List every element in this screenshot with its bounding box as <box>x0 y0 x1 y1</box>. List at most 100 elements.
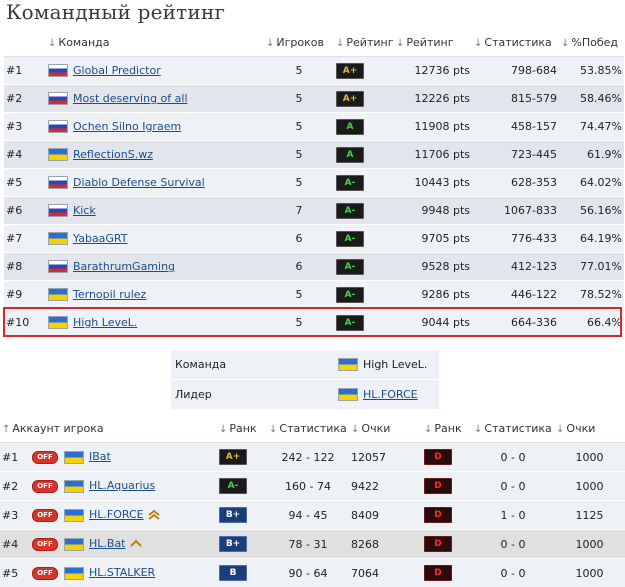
team-label: Команда <box>171 350 334 380</box>
offline-status-badge: OFF <box>32 450 58 464</box>
team-link[interactable]: ReflectionS.wz <box>73 148 153 161</box>
player-link[interactable]: HL.STALKER <box>89 566 155 579</box>
team-link[interactable]: Global Predictor <box>73 64 161 77</box>
team-row: #10 High LeveL. 5 A- 9044 pts 664-336 66.4% <box>4 308 624 336</box>
team-name-cell: Ochen Silno Igraem <box>46 112 264 141</box>
team-rank: #5 <box>4 168 46 197</box>
sort-team-header[interactable]: ↓ Команда <box>46 28 264 57</box>
team-name-cell: ReflectionS.wz <box>46 140 264 169</box>
offline-status-badge: OFF <box>32 566 58 580</box>
team-row: #5 Diablo Defense Survival 5 A- 10443 pts 628… <box>4 168 624 197</box>
russia-flag-icon <box>48 64 68 78</box>
rating-badge: A- <box>336 230 364 247</box>
player-link[interactable]: IBat <box>89 450 111 463</box>
team-stats: 458-157 <box>472 112 559 141</box>
sort-win-header[interactable]: ↓ %Побед <box>559 28 624 57</box>
team-name-cell: BarathrumGaming <box>46 252 264 281</box>
team-badge-cell: A <box>334 140 394 169</box>
sort-stats2-header[interactable]: ↓ Статистика <box>472 414 555 443</box>
sort-points2-header[interactable]: ↓ Очки <box>554 414 625 443</box>
team-name-cell: Most deserving of all <box>46 84 264 113</box>
russia-flag-icon <box>48 260 68 274</box>
team-name-cell: Global Predictor <box>46 56 264 85</box>
team-link[interactable]: Diablo Defense Survival <box>73 176 205 189</box>
team-rating: 11908 pts <box>394 112 472 141</box>
player-stats1: 78 - 31 <box>267 529 350 559</box>
ukraine-flag-icon <box>64 566 84 580</box>
team-link[interactable]: Kick <box>73 204 96 217</box>
sort-stats-header[interactable]: ↓ Статистика <box>472 28 559 57</box>
player-row: #2 OFF HL.Aquarius A- 160 - 74 9422 D 0 - 0 1000 <box>0 471 625 501</box>
sort-arrow-icon: ↓ <box>561 37 570 49</box>
sort-rank2-header[interactable]: ↓ Ранк <box>422 414 473 443</box>
team-rank: #1 <box>4 56 46 85</box>
ukraine-flag-icon <box>64 537 84 551</box>
player-link[interactable]: HL.FORCE <box>89 508 144 521</box>
player-rank1-cell: B+ <box>217 529 268 559</box>
team-link[interactable]: Ternopil rulez <box>73 288 146 301</box>
sort-arrow-icon: ↓ <box>424 423 433 435</box>
player-points2: 1125 <box>554 500 625 530</box>
rank-badge: D <box>424 536 453 552</box>
player-points1: 12057 <box>349 442 423 472</box>
team-link[interactable]: Ochen Silno Igraem <box>73 120 181 133</box>
team-badge-cell: A- <box>334 308 394 336</box>
player-points1: 9422 <box>349 471 423 501</box>
rank-badge: A+ <box>219 449 248 465</box>
player-stats2: 0 - 0 <box>472 442 555 472</box>
sort-players-header[interactable]: ↓ Игроков <box>264 28 334 57</box>
sort-account-header[interactable]: ↑ Аккаунт игрока <box>0 414 218 443</box>
team-table-header: ↓ Команда ↓ Игроков ↓ Рейтинг ↓ Рейтинг ↓ Ста… <box>4 28 624 57</box>
team-players: 5 <box>264 84 334 113</box>
team-rank: #7 <box>4 224 46 253</box>
team-stats: 664-336 <box>472 308 559 336</box>
team-link[interactable]: YabaaGRT <box>73 232 128 245</box>
player-row: #4 OFF HL.Bat B+ 78 - 31 8268 D 0 - 0 1000 <box>0 529 625 559</box>
sort-rating-header[interactable]: ↓ Рейтинг <box>394 28 472 57</box>
player-points1: 7064 <box>349 558 423 587</box>
sort-stats1-header[interactable]: ↓ Статистика <box>267 414 350 443</box>
sort-rating-badge-header[interactable]: ↓ Рейтинг <box>334 28 394 57</box>
team-row: #8 BarathrumGaming 6 A- 9528 pts 412-123 77.01… <box>4 252 624 281</box>
team-win: 78.52% <box>559 280 624 309</box>
player-stats1: 160 - 74 <box>267 471 350 501</box>
rank-header <box>4 28 46 57</box>
team-badge-cell: A- <box>334 224 394 253</box>
player-points2: 1000 <box>554 471 625 501</box>
russia-flag-icon <box>48 204 68 218</box>
player-rank1-cell: B+ <box>217 500 268 530</box>
team-rating: 9705 pts <box>394 224 472 253</box>
player-stats2: 1 - 0 <box>472 500 555 530</box>
players-table-header: ↑ Аккаунт игрока ↓ Ранк ↓ Статистика ↓ Очки … <box>0 414 625 443</box>
team-value: High LeveL. <box>334 350 439 380</box>
team-win: 66.4% <box>559 308 624 336</box>
rating-badge: A- <box>336 202 364 219</box>
ukraine-flag-icon <box>48 232 68 246</box>
player-stats1: 242 - 122 <box>267 442 350 472</box>
ukraine-flag-icon <box>64 450 84 464</box>
team-link[interactable]: High LeveL. <box>73 316 137 329</box>
player-rank2-cell: D <box>422 442 473 472</box>
offline-status-badge: OFF <box>32 479 58 493</box>
team-info-table: Команда High LeveL. Лидер HL.FORCE <box>171 350 439 410</box>
player-rank1-cell: A+ <box>217 442 268 472</box>
player-points2: 1000 <box>554 529 625 559</box>
team-link[interactable]: BarathrumGaming <box>73 260 175 273</box>
player-stats2: 0 - 0 <box>472 529 555 559</box>
player-points1: 8409 <box>349 500 423 530</box>
player-num: #2 <box>0 471 30 501</box>
team-rank: #2 <box>4 84 46 113</box>
russia-flag-icon <box>48 176 68 190</box>
team-link[interactable]: Most deserving of all <box>73 92 188 105</box>
player-link[interactable]: HL.Aquarius <box>89 479 155 492</box>
leader-link[interactable]: HL.FORCE <box>363 388 418 401</box>
sort-points1-header[interactable]: ↓ Очки <box>349 414 423 443</box>
player-row: #1 OFF IBat A+ 242 - 122 12057 D 0 - 0 1000 <box>0 442 625 472</box>
sort-rank1-header[interactable]: ↓ Ранк <box>217 414 268 443</box>
player-link[interactable]: HL.Bat <box>89 537 126 550</box>
team-win: 61.9% <box>559 140 624 169</box>
player-rank1-cell: B <box>217 558 268 587</box>
player-num: #4 <box>0 529 30 559</box>
page-title: Командный рейтинг <box>6 0 226 24</box>
team-stats: 412-123 <box>472 252 559 281</box>
